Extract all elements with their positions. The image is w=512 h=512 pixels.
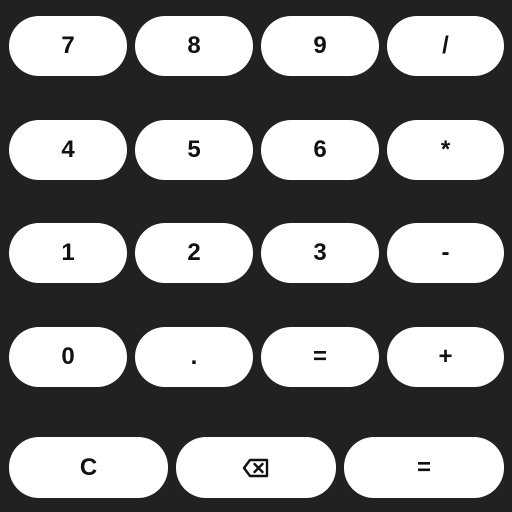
key-2[interactable]: 2: [135, 223, 253, 283]
key-1[interactable]: 1: [9, 223, 127, 283]
key-multiply[interactable]: *: [387, 120, 504, 180]
calculator-keypad: 7 8 9 / 4 5 6 * 1 2 3 - 0 . = + C =: [0, 0, 512, 512]
key-label: =: [416, 453, 431, 481]
key-label: 3: [313, 239, 327, 266]
key-label: 4: [61, 136, 75, 163]
key-label: 5: [187, 136, 201, 163]
key-label: 1: [61, 239, 75, 266]
key-0[interactable]: 0: [9, 327, 127, 387]
equals-button[interactable]: =: [344, 437, 504, 498]
key-4[interactable]: 4: [9, 120, 127, 180]
key-label: -: [441, 239, 450, 266]
backspace-icon: [242, 458, 269, 477]
key-label: 8: [187, 32, 201, 59]
key-label: =: [312, 343, 327, 370]
key-decimal[interactable]: .: [135, 327, 253, 387]
key-label: .: [190, 343, 198, 370]
key-label: /: [442, 32, 449, 59]
key-label: *: [440, 136, 451, 163]
key-7[interactable]: 7: [9, 16, 127, 76]
key-6[interactable]: 6: [261, 120, 379, 180]
key-5[interactable]: 5: [135, 120, 253, 180]
backspace-button[interactable]: [176, 437, 336, 498]
key-label: 9: [313, 32, 327, 59]
key-label: C: [79, 453, 98, 481]
key-8[interactable]: 8: [135, 16, 253, 76]
key-label: 6: [313, 136, 327, 163]
key-label: 7: [61, 32, 75, 59]
clear-button[interactable]: C: [9, 437, 168, 498]
key-equals-grid[interactable]: =: [261, 327, 379, 387]
key-divide[interactable]: /: [387, 16, 504, 76]
key-9[interactable]: 9: [261, 16, 379, 76]
key-label: +: [438, 343, 453, 370]
key-add[interactable]: +: [387, 327, 504, 387]
key-subtract[interactable]: -: [387, 223, 504, 283]
key-label: 0: [61, 343, 75, 370]
key-label: 2: [187, 239, 201, 266]
key-3[interactable]: 3: [261, 223, 379, 283]
